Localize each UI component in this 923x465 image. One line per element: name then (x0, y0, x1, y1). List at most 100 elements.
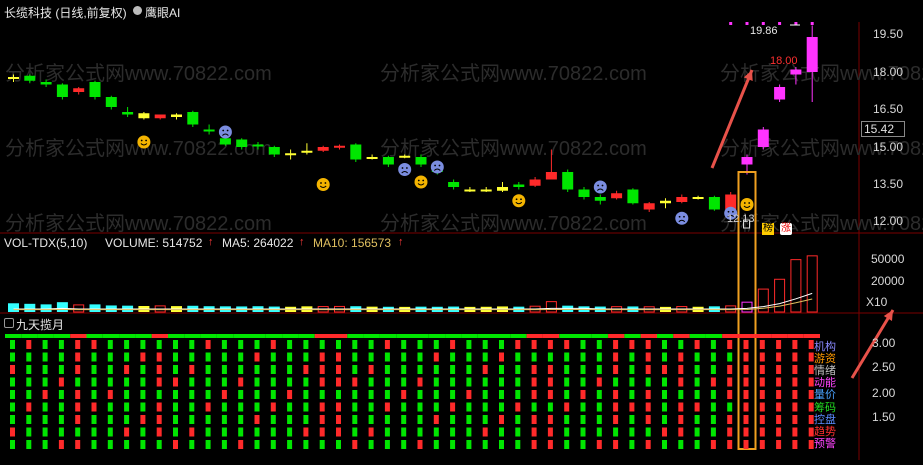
candle-body (171, 114, 182, 117)
indicator-cell (238, 365, 244, 374)
indicator-icon[interactable] (4, 318, 14, 328)
indicator-cell (91, 440, 97, 449)
eye-icon[interactable] (133, 6, 142, 15)
indicator-cell (221, 415, 227, 424)
indicator-cell (221, 377, 227, 387)
indicator-cell (433, 390, 439, 399)
indicator-cell (580, 440, 586, 449)
indicator-cell (808, 340, 814, 349)
indicator-cell (336, 365, 341, 374)
indicator-cell (140, 415, 146, 424)
indicator-cell (107, 415, 113, 424)
indicator-cell (156, 390, 162, 399)
indicator-cell (759, 402, 765, 412)
face-eye (140, 139, 143, 142)
indicator-cell (482, 340, 488, 349)
indicator-cell (42, 352, 48, 362)
indicator-cell (694, 440, 700, 449)
indicator-cell (662, 340, 667, 349)
indicator-cell (613, 415, 619, 424)
indicator-legend-item: 机构 (814, 341, 836, 353)
indicator-band (738, 334, 755, 338)
indicator-cell (205, 352, 211, 362)
indicator-band (412, 334, 429, 338)
indicator-cell (629, 440, 635, 449)
indicator-cell (450, 352, 456, 362)
indicator-cell (303, 365, 309, 374)
indicator-band (591, 334, 609, 338)
happy-face-icon (740, 198, 754, 211)
indicator-band (510, 334, 527, 338)
indicator-cell (384, 402, 390, 412)
indicator-cell (694, 427, 700, 437)
indicator-band (722, 334, 739, 338)
indicator-cell (759, 415, 765, 424)
indicator-cell (417, 415, 423, 424)
indicator-cell (384, 440, 390, 449)
indicator-cell (336, 440, 341, 449)
indicator-cell (613, 440, 619, 449)
indicator-cell (254, 340, 260, 349)
indicator-cell (303, 377, 309, 387)
indicator-cell (336, 377, 341, 387)
indicator-cell (547, 415, 553, 424)
indicator-cell (75, 377, 81, 387)
indicator-cell (352, 390, 358, 399)
indicator-cell (564, 402, 570, 412)
indicator-cell (221, 365, 227, 374)
indicator-cell (547, 365, 553, 374)
indicator-cell (287, 402, 293, 412)
indicator-cell (401, 365, 407, 374)
candle-body (285, 153, 297, 156)
face-eye (222, 129, 225, 132)
indicator-cell (221, 427, 227, 437)
indicator-cell (759, 390, 765, 399)
indicator-cell (205, 377, 211, 387)
volume-indicator-name[interactable]: VOL-TDX(5,10) (4, 236, 87, 250)
candle-body (497, 187, 508, 191)
indicator-band (86, 334, 103, 338)
indicator-cell (26, 402, 32, 412)
indicator-cell (645, 390, 651, 399)
indicator-cell (336, 427, 341, 437)
indicator-cell (319, 402, 325, 412)
indicator-cell (173, 377, 178, 387)
indicator-cell (368, 440, 374, 449)
indicator-cell (156, 352, 162, 362)
ai-label[interactable]: 鹰眼AI (145, 4, 180, 21)
indicator-cell (482, 415, 488, 424)
candle-body (252, 144, 264, 147)
candle-body (187, 112, 199, 125)
indicator-cell (433, 402, 439, 412)
indicator-cell (124, 415, 130, 424)
indicator-band (216, 334, 234, 338)
indicator-band (445, 334, 462, 338)
indicator-cell (384, 340, 390, 349)
indicator-cell (515, 427, 521, 437)
indicator-band (803, 334, 820, 338)
indicator-cell (401, 402, 407, 412)
watermark-text: 分析家公式网www.70822.com (380, 62, 647, 85)
indicator-cell (450, 377, 456, 387)
indicator-cell (531, 427, 537, 437)
indicator-cell (531, 440, 537, 449)
indicator-cell (303, 352, 309, 362)
indicator-cell (42, 340, 48, 349)
indicator-cell (662, 377, 667, 387)
indicator-cell (808, 427, 814, 437)
indicator-cell (515, 390, 521, 399)
indicator-cell (336, 390, 341, 399)
indicator-cell (759, 365, 765, 374)
face-eye (324, 182, 327, 184)
indicator-name[interactable]: 九天揽月 (16, 316, 64, 333)
indicator-cell (270, 390, 276, 399)
indicator-cell (613, 365, 619, 374)
candle-body (529, 179, 541, 186)
indicator-cell (564, 377, 570, 387)
low-price-label: 12.13 (727, 213, 755, 225)
indicator-cell (727, 440, 733, 449)
indicator-cell (727, 377, 733, 387)
volume-bar (790, 259, 802, 313)
indicator-cell (156, 402, 162, 412)
indicator-cell (808, 415, 814, 424)
